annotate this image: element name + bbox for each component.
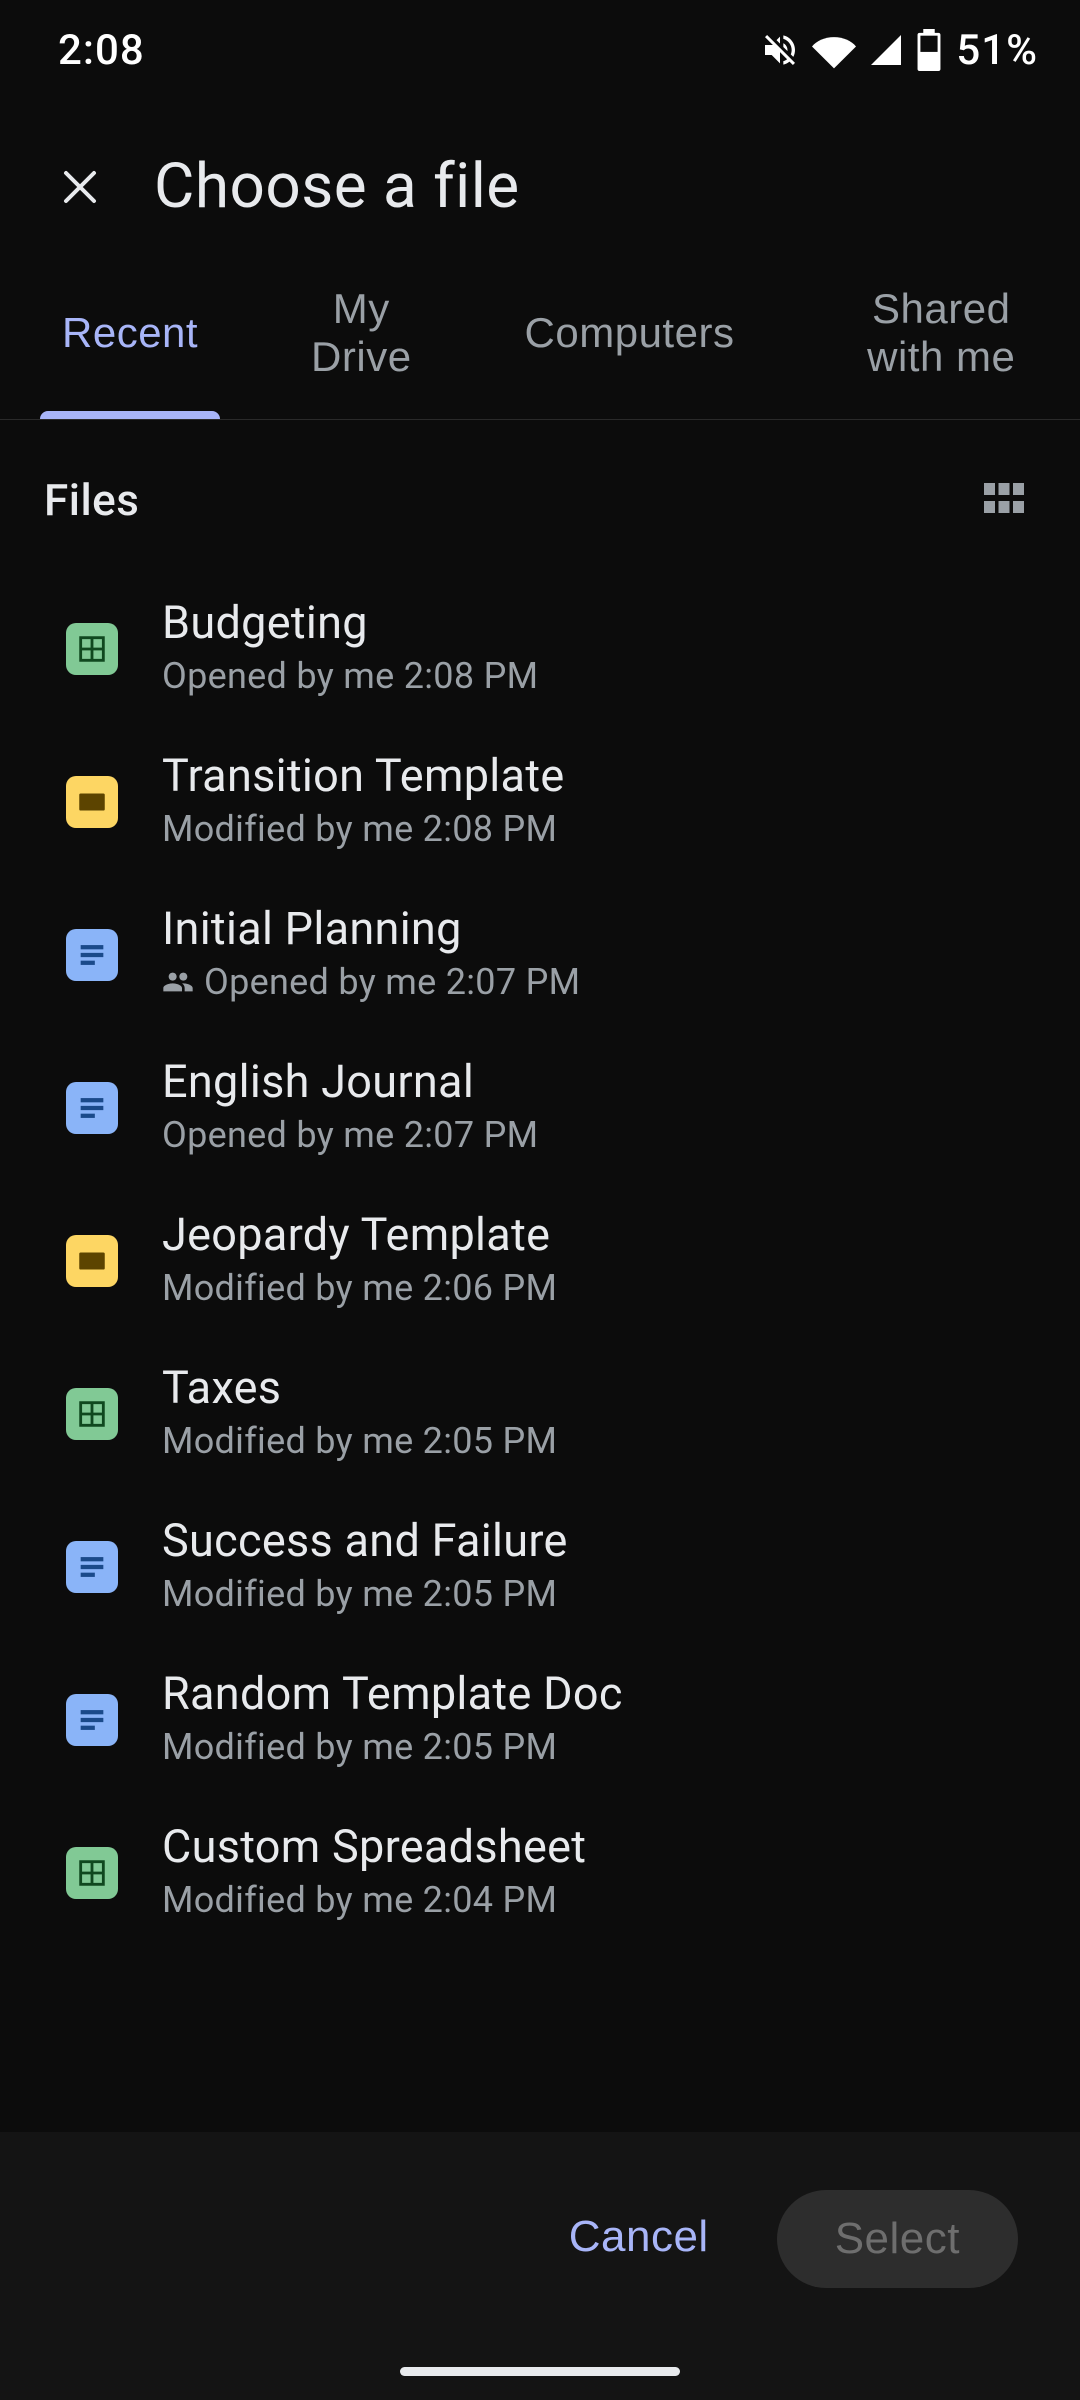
sheets-icon [66,623,118,675]
status-bar: 2:08 51% [0,0,1080,100]
file-text: Random Template Doc Modified by me 2:05 … [162,1667,623,1768]
file-name: Random Template Doc [162,1667,623,1720]
grid-view-toggle[interactable] [976,472,1032,528]
footer: Cancel Select [0,2132,1080,2400]
file-item[interactable]: Random Template Doc Modified by me 2:05 … [0,1641,1080,1794]
slides-icon [66,776,118,828]
docs-icon [66,1541,118,1593]
file-meta: Modified by me 2:05 PM [162,1420,557,1462]
file-item[interactable]: Success and Failure Modified by me 2:05 … [0,1488,1080,1641]
close-icon [56,163,104,211]
file-text: Budgeting Opened by me 2:08 PM [162,596,538,697]
file-meta: Modified by me 2:04 PM [162,1879,557,1921]
file-meta: Opened by me 2:07 PM [162,1114,538,1156]
docs-icon [66,1694,118,1746]
tab-computers[interactable]: Computers [501,261,759,419]
docs-icon [66,929,118,981]
file-name: Budgeting [162,596,538,649]
mute-icon [760,30,800,70]
file-item[interactable]: Jeopardy Template Modified by me 2:06 PM [0,1182,1080,1335]
grid-icon [980,475,1028,526]
wifi-icon [812,30,856,70]
file-name: Jeopardy Template [162,1208,557,1261]
status-right: 51% [760,26,1038,75]
file-item[interactable]: English Journal Opened by me 2:07 PM [0,1029,1080,1182]
file-name: English Journal [162,1055,538,1108]
close-button[interactable] [48,155,112,219]
slides-icon [66,1235,118,1287]
file-meta: Modified by me 2:06 PM [162,1267,557,1309]
file-text: Initial Planning Opened by me 2:07 PM [162,902,580,1003]
file-text: English Journal Opened by me 2:07 PM [162,1055,538,1156]
file-text: Custom Spreadsheet Modified by me 2:04 P… [162,1820,586,1921]
file-text: Transition Template Modified by me 2:08 … [162,749,565,850]
file-name: Custom Spreadsheet [162,1820,586,1873]
sheets-icon [66,1388,118,1440]
file-item[interactable]: Custom Spreadsheet Modified by me 2:04 P… [0,1794,1080,1947]
file-text: Success and Failure Modified by me 2:05 … [162,1514,568,1615]
file-text: Taxes Modified by me 2:05 PM [162,1361,557,1462]
tab-shared-with-me[interactable]: Shared with me [816,261,1042,419]
file-item[interactable]: Transition Template Modified by me 2:08 … [0,723,1080,876]
file-meta: Opened by me 2:08 PM [162,655,538,697]
battery-icon [916,29,942,71]
tabs: Recent My Drive Computers Shared with me [0,261,1080,420]
file-name: Taxes [162,1361,557,1414]
docs-icon [66,1082,118,1134]
file-name: Initial Planning [162,902,580,955]
file-item[interactable]: Initial Planning Opened by me 2:07 PM [0,876,1080,1029]
tab-my-drive[interactable]: My Drive [280,261,442,419]
section-title: Files [44,474,139,526]
cancel-button[interactable]: Cancel [543,2190,735,2284]
battery-text: 51% [956,26,1038,75]
file-meta: Opened by me 2:07 PM [204,961,580,1003]
shared-icon [162,966,194,998]
tab-recent[interactable]: Recent [38,261,222,419]
file-name: Transition Template [162,749,565,802]
file-meta: Modified by me 2:08 PM [162,808,557,850]
file-meta: Modified by me 2:05 PM [162,1573,557,1615]
file-list: Budgeting Opened by me 2:08 PM Transitio… [0,560,1080,1947]
sheets-icon [66,1847,118,1899]
file-text: Jeopardy Template Modified by me 2:06 PM [162,1208,557,1309]
file-item[interactable]: Taxes Modified by me 2:05 PM [0,1335,1080,1488]
section-header: Files [0,420,1080,560]
page-title: Choose a file [154,150,520,223]
file-item[interactable]: Budgeting Opened by me 2:08 PM [0,570,1080,723]
file-meta: Modified by me 2:05 PM [162,1726,557,1768]
select-button[interactable]: Select [777,2190,1018,2288]
signal-icon [868,32,904,68]
file-name: Success and Failure [162,1514,568,1567]
nav-handle[interactable] [400,2367,680,2376]
status-time: 2:08 [58,26,145,75]
header: Choose a file [0,100,1080,261]
